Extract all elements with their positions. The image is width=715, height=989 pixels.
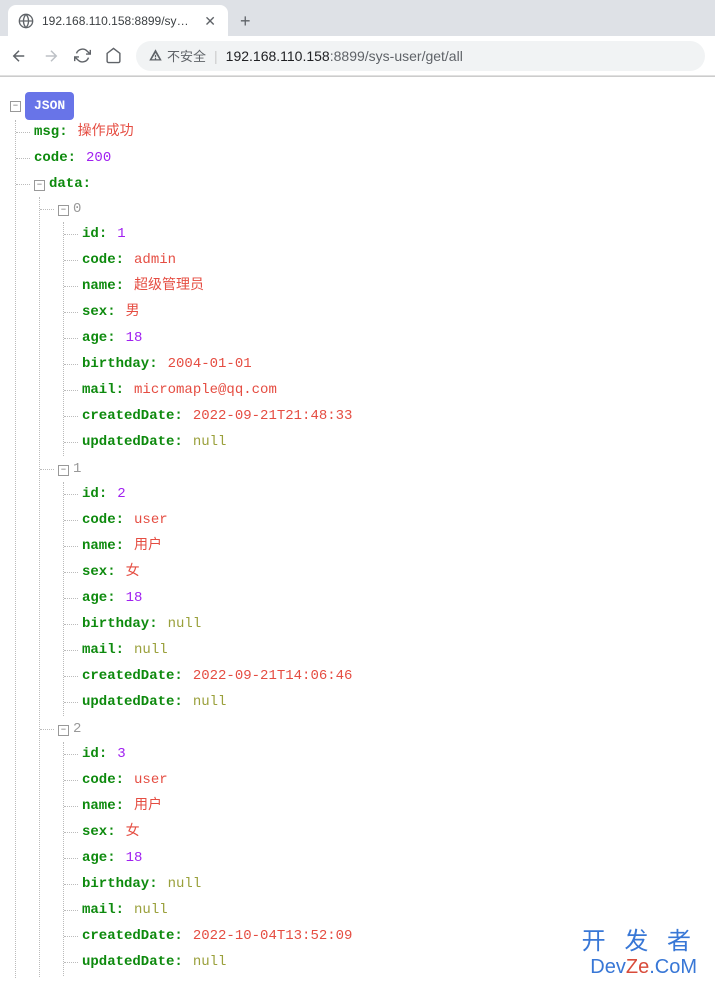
divider: | [214,48,218,64]
data-array: −0id :1code :adminname :超级管理员sex :男age :… [39,197,705,977]
json-tree-root: − JSON msg : 操作成功 code : 200 [10,91,705,979]
home-button[interactable] [105,47,122,64]
collapse-toggle[interactable]: − [34,180,45,191]
field-msg[interactable]: msg : 操作成功 [34,121,705,145]
field-updatedDate[interactable]: updatedDate :null [82,691,705,715]
field-sex[interactable]: sex :女 [82,561,705,585]
field-birthday[interactable]: birthday :2004-01-01 [82,353,705,377]
field-name[interactable]: name :用户 [82,795,705,819]
security-label: 不安全 [167,46,206,65]
field-name[interactable]: name :超级管理员 [82,275,705,299]
field-updatedDate[interactable]: updatedDate :null [82,951,705,975]
field-createdDate[interactable]: createdDate :2022-09-21T14:06:46 [82,665,705,689]
field-updatedDate[interactable]: updatedDate :null [82,431,705,455]
field-mail[interactable]: mail :null [82,899,705,923]
field-id[interactable]: id :2 [82,483,705,507]
field-sex[interactable]: sex :男 [82,301,705,325]
field-mail[interactable]: mail :micromaple@qq.com [82,379,705,403]
json-viewer: − JSON msg : 操作成功 code : 200 [0,77,715,989]
field-code[interactable]: code :user [82,509,705,533]
globe-icon [18,13,34,29]
field-sex[interactable]: sex :女 [82,821,705,845]
json-badge: JSON [25,92,74,120]
field-code[interactable]: code :admin [82,249,705,273]
field-age[interactable]: age :18 [82,847,705,871]
security-warning[interactable]: 不安全 [148,46,206,65]
collapse-toggle[interactable]: − [58,205,69,216]
browser-toolbar: 不安全 | 192.168.110.158:8899/sys-user/get/… [0,36,715,76]
field-birthday[interactable]: birthday :null [82,873,705,897]
address-bar[interactable]: 不安全 | 192.168.110.158:8899/sys-user/get/… [136,41,705,71]
browser-tab[interactable]: 192.168.110.158:8899/sys-use ✕ [8,5,228,37]
close-icon[interactable]: ✕ [202,13,218,30]
back-button[interactable] [10,47,28,65]
collapse-toggle[interactable]: − [10,101,21,112]
tab-bar: 192.168.110.158:8899/sys-use ✕ + [0,0,715,36]
field-code[interactable]: code : 200 [34,147,705,171]
field-code[interactable]: code :user [82,769,705,793]
array-index[interactable]: −0 [58,198,705,222]
url-text: 192.168.110.158:8899/sys-user/get/all [226,48,463,64]
field-createdDate[interactable]: createdDate :2022-10-04T13:52:09 [82,925,705,949]
field-mail[interactable]: mail :null [82,639,705,663]
tab-title: 192.168.110.158:8899/sys-use [42,14,194,28]
forward-button[interactable] [42,47,60,65]
field-id[interactable]: id :3 [82,743,705,767]
field-createdDate[interactable]: createdDate :2022-09-21T21:48:33 [82,405,705,429]
field-name[interactable]: name :用户 [82,535,705,559]
array-index[interactable]: −2 [58,718,705,742]
collapse-toggle[interactable]: − [58,465,69,476]
new-tab-button[interactable]: + [240,11,251,32]
reload-button[interactable] [74,47,91,64]
field-age[interactable]: age :18 [82,327,705,351]
warning-icon [148,48,163,63]
field-id[interactable]: id :1 [82,223,705,247]
field-age[interactable]: age :18 [82,587,705,611]
array-index[interactable]: −1 [58,458,705,482]
browser-chrome: 192.168.110.158:8899/sys-use ✕ + 不安全 | 1… [0,0,715,77]
collapse-toggle[interactable]: − [58,725,69,736]
field-birthday[interactable]: birthday :null [82,613,705,637]
field-data[interactable]: − data : [34,173,705,197]
